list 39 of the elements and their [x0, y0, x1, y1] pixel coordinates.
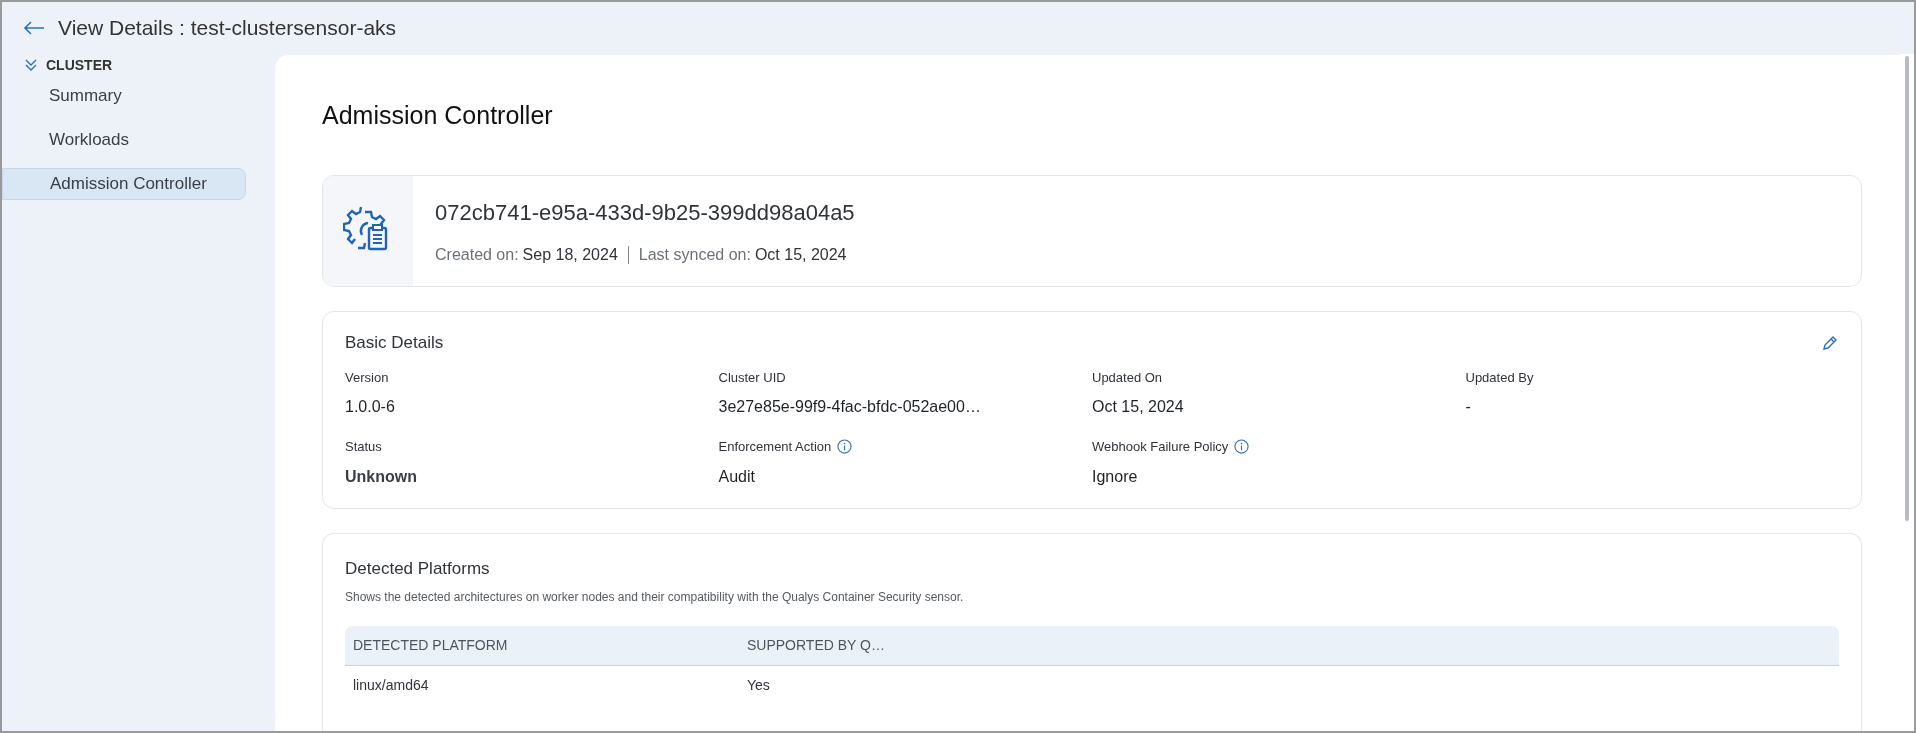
section-title: Basic Details: [345, 333, 444, 352]
field-label: Cluster UID: [718, 368, 786, 387]
created-date: Sep 18, 2024: [522, 244, 618, 265]
sidebar-group-label[interactable]: CLUSTER: [46, 54, 113, 76]
field-value: Ignore: [1092, 466, 1139, 487]
field-label: Version: [345, 368, 389, 387]
sidebar-item[interactable]: Workloads: [2, 124, 246, 156]
field-label: Enforcement Action: [718, 438, 832, 456]
field-label: Updated By: [1465, 368, 1534, 387]
synced-date: Oct 15, 2024: [754, 244, 847, 265]
column-header: DETECTED PLATFORM: [352, 635, 509, 655]
field-label: Updated On: [1092, 368, 1163, 387]
page-header-title: View Details : test-clustersensor-aks: [58, 15, 397, 42]
scrollbar-track[interactable]: [1900, 54, 1914, 731]
double-chevron-icon[interactable]: [24, 58, 38, 72]
column-header: SUPPORTED BY Q…: [746, 635, 886, 655]
table-cell-text: linux/amd64: [352, 676, 430, 695]
info-icon[interactable]: [837, 439, 853, 455]
created-label: Created on:: [435, 244, 519, 265]
table-cell-text: Yes: [746, 676, 771, 695]
back-arrow-icon[interactable]: [22, 20, 46, 36]
scrollbar-thumb[interactable]: [1905, 56, 1909, 521]
section-description: Shows the detected architectures on worker nodes and their compatibility with the Qualys Container Security sensor.: [345, 588, 965, 606]
controller-id: 072cb741-e95a-433d-9b25-399dd98a04a5: [435, 198, 855, 227]
sidebar-item[interactable]: Summary: [2, 80, 246, 112]
sidebar-item[interactable]: Admission Controller: [2, 168, 246, 200]
field-value: Oct 15, 2024: [1092, 397, 1185, 417]
info-icon[interactable]: [1234, 439, 1250, 455]
page-title: Admission Controller: [322, 100, 554, 129]
field-value: 3e27e85e-99f9-4fac-bfdc-052ae00…: [718, 397, 982, 417]
field-value: Audit: [718, 466, 756, 487]
synced-label: Last synced on:: [638, 244, 751, 265]
field-value: 1.0.0-6: [345, 397, 396, 417]
field-value: -: [1465, 397, 1472, 417]
field-value: Unknown: [345, 466, 418, 487]
field-label: Status: [345, 438, 382, 456]
section-title: Detected Platforms: [345, 558, 491, 580]
field-label: Webhook Failure Policy: [1092, 438, 1229, 456]
edit-pencil-icon[interactable]: [1821, 334, 1839, 352]
